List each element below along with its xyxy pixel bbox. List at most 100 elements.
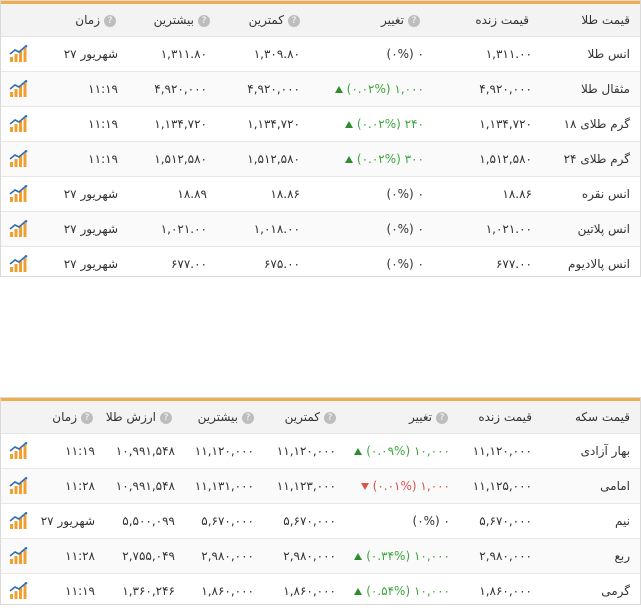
live-price-cell: ۱,۵۱۲,۵۸۰	[479, 152, 532, 166]
up-arrow-icon	[354, 553, 363, 560]
high-cell: ۱,۸۶۰,۰۰۰	[201, 584, 254, 598]
table-row: انس نقره ۱۸.۸۶ (۰%) ۰ ۱۸.۸۶ ۱۸.۸۹ ۲۷ شهریور	[1, 177, 640, 212]
time-cell: ۲۷ شهریور	[63, 257, 118, 271]
chart-icon[interactable]	[8, 79, 28, 99]
change-value: (۰.۰۱%) ۱,۰۰۰	[372, 479, 450, 493]
change-cell: (۰%) ۰	[387, 37, 424, 71]
help-icon[interactable]: ?	[324, 411, 336, 424]
chart-icon[interactable]	[8, 441, 28, 461]
name-cell: ربع	[614, 549, 630, 563]
chart-icon[interactable]	[8, 581, 28, 601]
header-name: قیمت طلا	[581, 13, 630, 27]
change-value: (۰%) ۰	[386, 257, 424, 271]
live-price-cell: ۲,۹۸۰,۰۰۰	[479, 549, 532, 563]
header-gold-value-label: ارزش طلا	[105, 410, 156, 424]
table-row: بهار آزادی ۱۱,۱۲۰,۰۰۰ (۰.۰۹%) ۱۰,۰۰۰ ۱۱,۱۲…	[1, 434, 640, 469]
table-header: قیمت طلا قیمت زنده تغییر? کمترین? بیشتری…	[1, 1, 640, 37]
chart-icon[interactable]	[8, 114, 28, 134]
low-cell: ۱,۱۳۴,۷۲۰	[247, 117, 300, 131]
high-cell: ۱,۵۱۲,۵۸۰	[154, 152, 207, 166]
help-icon[interactable]: ?	[408, 14, 420, 27]
header-high-label: بیشترین	[197, 410, 238, 424]
low-cell: ۱۱,۱۲۳,۰۰۰	[276, 479, 336, 493]
help-icon[interactable]: ?	[436, 411, 448, 424]
header-low-label: کمترین	[284, 410, 320, 424]
gold-value-cell: ۱۰,۹۹۱,۵۴۸	[115, 479, 175, 493]
high-cell: ۱۸.۸۹	[177, 187, 207, 201]
header-time: زمان?	[75, 4, 116, 37]
live-price-cell: ۱۱,۱۲۰,۰۰۰	[472, 444, 532, 458]
low-cell: ۱۸.۸۶	[270, 187, 300, 201]
header-low-label: کمترین	[248, 13, 284, 27]
high-cell: ۱۱,۱۳۱,۰۰۰	[194, 479, 254, 493]
low-cell: ۱,۵۱۲,۵۸۰	[247, 152, 300, 166]
chart-icon[interactable]	[8, 219, 28, 239]
table-row: نیم ۵,۶۷۰,۰۰۰ (۰%) ۰ ۵,۶۷۰,۰۰۰ ۵,۶۷۰,۰۰۰ ۵,۵…	[1, 504, 640, 539]
name-cell: گرمی	[601, 584, 630, 598]
gold-value-cell: ۱۰,۹۹۱,۵۴۸	[115, 444, 175, 458]
up-arrow-icon	[354, 448, 363, 455]
table-header: قیمت سکه قیمت زنده تغییر? کمترین? بیشتری…	[1, 398, 640, 434]
table-row: انس پلاتین ۱,۰۲۱.۰۰ (۰%) ۰ ۱,۰۱۸.۰۰ ۱,۰۲۱.۰…	[1, 212, 640, 247]
change-value: (۰.۰۲%) ۱,۰۰۰	[346, 82, 424, 96]
help-icon[interactable]: ?	[198, 14, 210, 27]
low-cell: ۱۱,۱۲۰,۰۰۰	[276, 444, 336, 458]
live-price-cell: ۱۸.۸۶	[502, 187, 532, 201]
header-high-label: بیشترین	[153, 13, 194, 27]
change-value: (۰.۰۲%) ۳۰۰	[356, 152, 424, 166]
time-cell: ۱۱:۱۹	[65, 584, 95, 598]
chart-icon[interactable]	[8, 184, 28, 204]
help-icon[interactable]: ?	[288, 14, 300, 27]
chart-icon[interactable]	[8, 546, 28, 566]
low-cell: ۱,۸۶۰,۰۰۰	[283, 584, 336, 598]
time-cell: ۲۷ شهریور	[40, 514, 95, 528]
live-price-cell: ۱,۱۳۴,۷۲۰	[479, 117, 532, 131]
name-cell: انس نقره	[581, 187, 630, 201]
table-row: گرم طلای ۱۸ ۱,۱۳۴,۷۲۰ (۰.۰۲%) ۲۴۰ ۱,۱۳۴,۷۲…	[1, 107, 640, 142]
change-cell: (۰.۰۲%) ۲۴۰	[343, 107, 424, 141]
low-cell: ۱,۳۰۹.۸۰	[253, 47, 300, 61]
change-value: (۰%) ۰	[386, 47, 424, 61]
help-icon[interactable]: ?	[242, 411, 254, 424]
chart-icon[interactable]	[8, 476, 28, 496]
live-price-cell: ۱۱,۱۲۵,۰۰۰	[472, 479, 532, 493]
low-cell: ۲,۹۸۰,۰۰۰	[283, 549, 336, 563]
up-arrow-icon	[354, 588, 363, 595]
header-change: تغییر?	[381, 4, 420, 37]
header-name: قیمت سکه	[574, 410, 630, 424]
high-cell: ۱,۰۲۱.۰۰	[160, 222, 207, 236]
change-value: (۰.۳۴%) ۱۰,۰۰۰	[366, 549, 450, 563]
header-low: کمترین?	[285, 401, 336, 434]
high-cell: ۴,۹۲۰,۰۰۰	[154, 82, 207, 96]
change-value: (۰.۰۹%) ۱۰,۰۰۰	[366, 444, 450, 458]
high-cell: ۵,۶۷۰,۰۰۰	[201, 514, 254, 528]
live-price-cell: ۱,۸۶۰,۰۰۰	[479, 584, 532, 598]
change-value: (۰.۰۲%) ۲۴۰	[356, 117, 424, 131]
change-cell: (۰.۰۲%) ۱,۰۰۰	[333, 72, 424, 106]
chart-icon[interactable]	[8, 149, 28, 169]
change-value: (۰.۵۴%) ۱۰,۰۰۰	[366, 584, 450, 598]
live-price-cell: ۵,۶۷۰,۰۰۰	[479, 514, 532, 528]
live-price-cell: ۶۷۷.۰۰	[495, 257, 532, 271]
help-icon[interactable]: ?	[104, 14, 116, 27]
chart-icon[interactable]	[8, 511, 28, 531]
header-low: کمترین?	[249, 4, 300, 37]
change-cell: (۰%) ۰	[387, 177, 424, 211]
time-cell: ۱۱:۱۹	[88, 82, 118, 96]
name-cell: نیم	[615, 514, 630, 528]
gold-value-cell: ۱,۳۶۰,۲۴۶	[122, 584, 175, 598]
table-row: مثقال طلا ۴,۹۲۰,۰۰۰ (۰.۰۲%) ۱,۰۰۰ ۴,۹۲۰,۰۰…	[1, 72, 640, 107]
chart-icon[interactable]	[8, 254, 28, 274]
live-price-cell: ۴,۹۲۰,۰۰۰	[479, 82, 532, 96]
time-cell: ۱۱:۱۹	[88, 152, 118, 166]
name-cell: مثقال طلا	[580, 82, 630, 96]
help-icon[interactable]: ?	[81, 411, 93, 424]
change-cell: (۰.۳۴%) ۱۰,۰۰۰	[352, 539, 450, 573]
help-icon[interactable]: ?	[160, 411, 172, 424]
header-change-label: تغییر	[381, 13, 404, 27]
chart-icon[interactable]	[8, 44, 28, 64]
name-cell: امامی	[600, 479, 630, 493]
change-cell: (۰.۰۱%) ۱,۰۰۰	[359, 469, 450, 503]
low-cell: ۴,۹۲۰,۰۰۰	[247, 82, 300, 96]
name-cell: انس طلا	[587, 47, 631, 61]
